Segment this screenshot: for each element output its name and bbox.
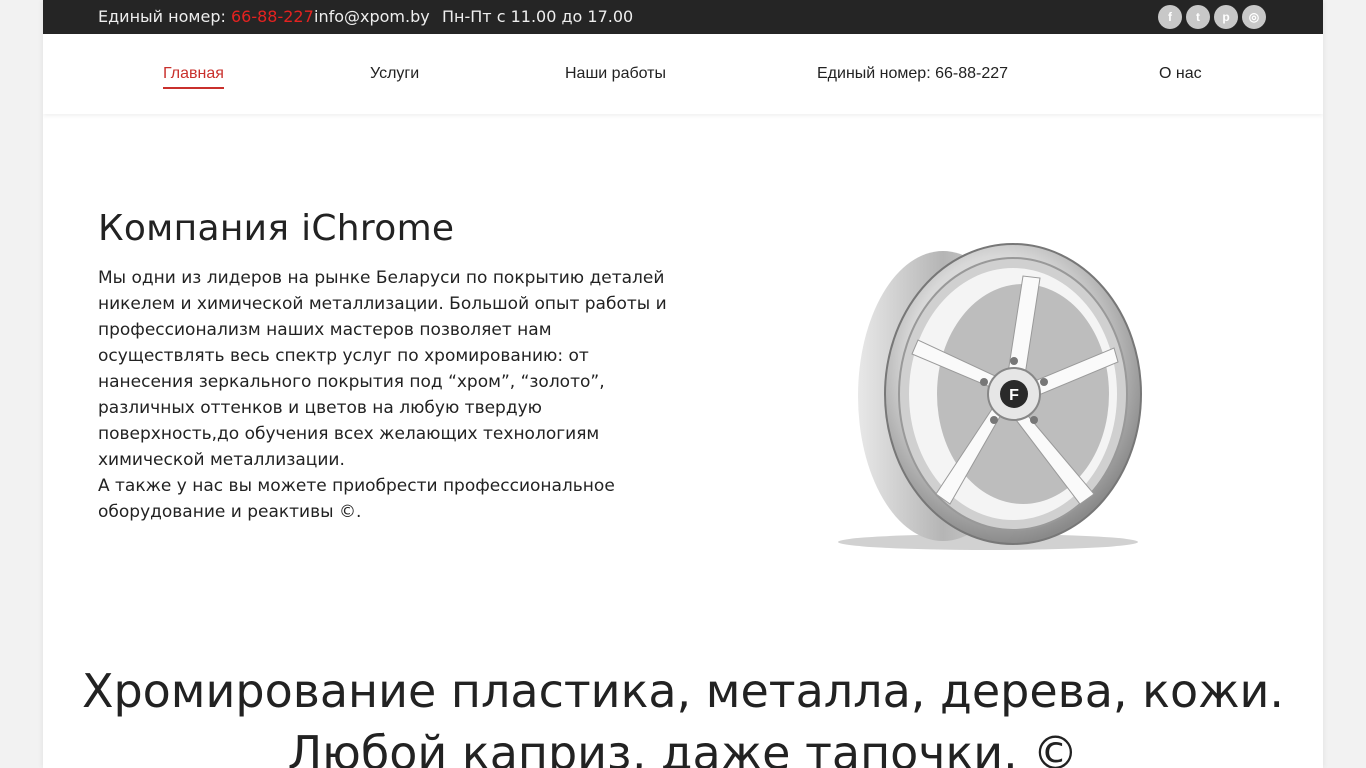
wheel-logo-letter: F (1009, 387, 1019, 404)
phone-label: Единый номер: (98, 7, 226, 26)
nav-item-works[interactable]: Наши работы (565, 65, 666, 83)
nav-item-home[interactable]: Главная (163, 65, 224, 89)
top-bar: Единый номер: 66-88-227 info@xpom.by Пн-… (43, 0, 1323, 34)
facebook-icon[interactable]: f (1158, 5, 1182, 29)
phone-number-link[interactable]: 66-88-227 (231, 7, 314, 26)
email-link[interactable]: info@xpom.by (314, 7, 430, 26)
nav-item-about[interactable]: О нас (1159, 65, 1202, 83)
nav-item-phone[interactable]: Единый номер: 66-88-227 (817, 65, 1008, 83)
main-nav: Главная Услуги Наши работы Единый номер:… (43, 34, 1323, 114)
chrome-wheel-image: F (838, 243, 1142, 550)
page: Единый номер: 66-88-227 info@xpom.by Пн-… (43, 0, 1323, 768)
intro-paragraph: Мы одни из лидеров на рынке Беларуси по … (98, 268, 667, 470)
phone-info: Единый номер: 66-88-227 (98, 7, 314, 26)
tagline-line-2: Любой каприз, даже тапочки. © (287, 726, 1079, 768)
instagram-icon[interactable]: ◎ (1242, 5, 1266, 29)
twitter-icon[interactable]: t (1186, 5, 1210, 29)
tagline-line-1: Хромирование пластика, металла, дерева, … (81, 664, 1285, 718)
tagline: Хромирование пластика, металла, дерева, … (43, 660, 1323, 768)
intro-paragraph-equipment: А также у нас вы можете приобрести профе… (98, 476, 615, 522)
intro-text: Мы одни из лидеров на рынке Беларуси по … (98, 265, 668, 525)
social-links: f t p ◎ (1158, 5, 1266, 29)
working-hours: Пн-Пт с 11.00 до 17.00 (442, 7, 634, 26)
company-title: Компания iChrome (98, 208, 455, 249)
nav-item-services[interactable]: Услуги (370, 65, 419, 83)
pinterest-icon[interactable]: p (1214, 5, 1238, 29)
